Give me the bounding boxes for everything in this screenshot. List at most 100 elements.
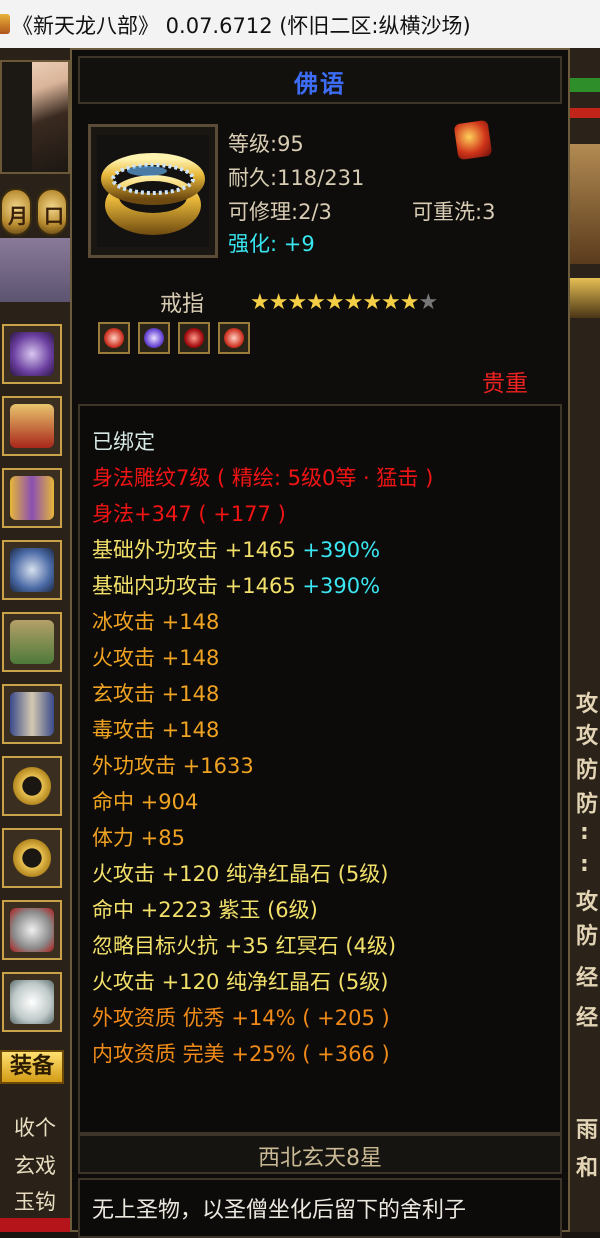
attr-poison-attack: 毒攻击 +148 — [92, 718, 220, 742]
right-stat-7: 攻 — [576, 890, 599, 915]
equip-slot-glove[interactable] — [2, 540, 62, 600]
charm-icon — [10, 980, 54, 1024]
mini-button-2[interactable]: 口 — [36, 188, 68, 236]
attr-base-outer-attack-extra: +390% — [302, 538, 381, 562]
attr-base-inner-attack: 基础内功攻击 +1465 +390% — [92, 570, 380, 600]
attribute-list: 已绑定 身法雕纹7级 ( 精绘: 5级0等 · 猛击 ) 身法+347 ( +1… — [78, 404, 562, 1134]
equip-slot-amulet[interactable] — [2, 900, 62, 960]
left-text-3: 玉钩 — [14, 1190, 56, 1214]
left-bottom-bar — [0, 1218, 72, 1232]
scroll-icon — [10, 404, 54, 448]
empty-star: ★ — [418, 290, 439, 315]
attr-fire-attack: 火攻击 +148 — [92, 646, 220, 670]
window-titlebar: 《新天龙八部》 0.07.6712 (怀旧二区:纵横沙场) — [0, 0, 600, 49]
star-rating: ★★★★★★★★★★ — [250, 290, 439, 315]
gem-socket-3 — [178, 322, 210, 354]
left-text-1: 收个 — [14, 1116, 56, 1140]
grade-icon — [453, 119, 493, 161]
attr-outer-aptitude: 外攻资质 优秀 +14% ( +205 ) — [92, 1006, 390, 1030]
amulet-icon — [10, 908, 54, 952]
attr-agility: 身法+347 ( +177 ) — [92, 502, 286, 526]
right-stat-5: : — [580, 820, 589, 845]
stat-enhance: 强化: +9 — [228, 228, 315, 258]
attr-gem-fire-2: 火攻击 +120 纯净红晶石 (5级) — [92, 970, 389, 994]
left-text-2: 玄戏 — [14, 1154, 56, 1178]
equip-slot-ring-2[interactable] — [2, 828, 62, 888]
mini-button-1[interactable]: 月 — [0, 188, 32, 236]
right-portrait — [568, 144, 600, 264]
set-header: 西北玄天8星 — [78, 1134, 562, 1174]
attr-gem-hit: 命中 +2223 紫玉 (6级) — [92, 898, 318, 922]
red-gem-icon — [104, 328, 124, 348]
right-stat-2: 攻 — [576, 724, 599, 749]
gem-socket-1 — [98, 322, 130, 354]
attr-gem-ignore-fire: 忽略目标火抗 +35 红冥石 (4级) — [92, 934, 397, 958]
filled-stars: ★★★★★★★★★ — [250, 290, 420, 315]
attr-base-outer-attack: 基础外功攻击 +1465 +390% — [92, 534, 380, 564]
equip-slot-wrist[interactable] — [2, 468, 62, 528]
window-title: 《新天龙八部》 0.07.6712 (怀旧二区:纵横沙场) — [12, 14, 471, 38]
equip-slot-ring-1[interactable] — [2, 756, 62, 816]
item-type: 戒指 — [160, 292, 205, 317]
gem-socket-2 — [138, 322, 170, 354]
equip-slot-boots[interactable] — [2, 684, 62, 744]
stat-enhance-value: +9 — [283, 232, 315, 256]
right-stat-8: 防 — [576, 924, 599, 949]
character-portrait[interactable] — [0, 60, 70, 174]
right-stat-11: 雨 — [576, 1118, 599, 1143]
right-stat-10: 经 — [576, 1006, 599, 1031]
equip-slot-belt[interactable] — [2, 612, 62, 672]
right-stat-6: : — [580, 852, 589, 877]
weapon-icon — [10, 332, 54, 376]
set-name: 西北玄天8星 — [258, 1146, 382, 1171]
glove-icon — [10, 548, 54, 592]
right-gold-bar — [568, 278, 600, 318]
attr-hit: 命中 +904 — [92, 790, 199, 814]
stat-level: 等级:95 — [228, 132, 304, 156]
app-icon — [0, 14, 10, 34]
attr-gem-fire-1: 火攻击 +120 纯净红晶石 (5级) — [92, 862, 389, 886]
belt-icon — [10, 620, 54, 664]
mini-button-2-label: 口 — [44, 204, 64, 228]
right-green-bar — [568, 78, 600, 92]
item-icon-frame — [88, 124, 218, 258]
attr-inner-aptitude: 内攻资质 完美 +25% ( +366 ) — [92, 1042, 390, 1066]
stat-rewash: 可重洗:3 — [412, 200, 496, 224]
attr-engrave: 身法雕纹7级 ( 精绘: 5级0等 · 猛击 ) — [92, 466, 434, 490]
red-gem-icon — [224, 328, 244, 348]
portrait-band — [0, 238, 72, 302]
stat-enhance-label: 强化: — [228, 232, 284, 256]
item-name: 佛语 — [294, 70, 346, 98]
equip-slot-charm[interactable] — [2, 972, 62, 1032]
attr-bound: 已绑定 — [92, 430, 155, 454]
equip-slot-cap[interactable] — [2, 396, 62, 456]
equip-slot-weapon[interactable] — [2, 324, 62, 384]
portrait-hair — [2, 62, 32, 172]
stat-durability: 耐久:118/231 — [228, 166, 365, 190]
attr-base-outer-attack-text: 基础外功攻击 +1465 — [92, 538, 296, 562]
rarity-label: 贵重 — [482, 371, 528, 397]
attr-mystic-attack: 玄攻击 +148 — [92, 682, 220, 706]
right-stat-9: 经 — [576, 966, 599, 991]
gem-socket-4 — [218, 322, 250, 354]
right-red-bar — [568, 108, 600, 118]
right-panel — [568, 48, 600, 1232]
equipment-slots — [0, 320, 68, 1045]
ring-icon — [10, 764, 54, 808]
attr-base-inner-attack-text: 基础内功攻击 +1465 — [92, 574, 296, 598]
attr-outer-attack: 外功攻击 +1633 — [92, 754, 254, 778]
mini-button-1-label: 月 — [8, 204, 28, 228]
right-stat-1: 攻 — [576, 692, 599, 717]
item-tooltip: 佛语 等级:95 耐久:118/231 可修理:2/3 可重洗:3 强化: +9… — [70, 48, 570, 1238]
right-stat-3: 防 — [576, 758, 599, 783]
attr-stamina: 体力 +85 — [92, 826, 185, 850]
stat-repairable: 可修理:2/3 — [228, 200, 332, 224]
tooltip-header: 佛语 — [78, 56, 562, 104]
ring-icon — [97, 135, 209, 247]
item-description: 无上圣物，以圣僧坐化后留下的舍利子 — [92, 1198, 467, 1223]
equip-tab[interactable]: 装备 — [0, 1050, 64, 1084]
boots-icon — [10, 692, 54, 736]
bracer-icon — [10, 476, 54, 520]
attr-ice-attack: 冰攻击 +148 — [92, 610, 220, 634]
red-dark-gem-icon — [184, 328, 204, 348]
